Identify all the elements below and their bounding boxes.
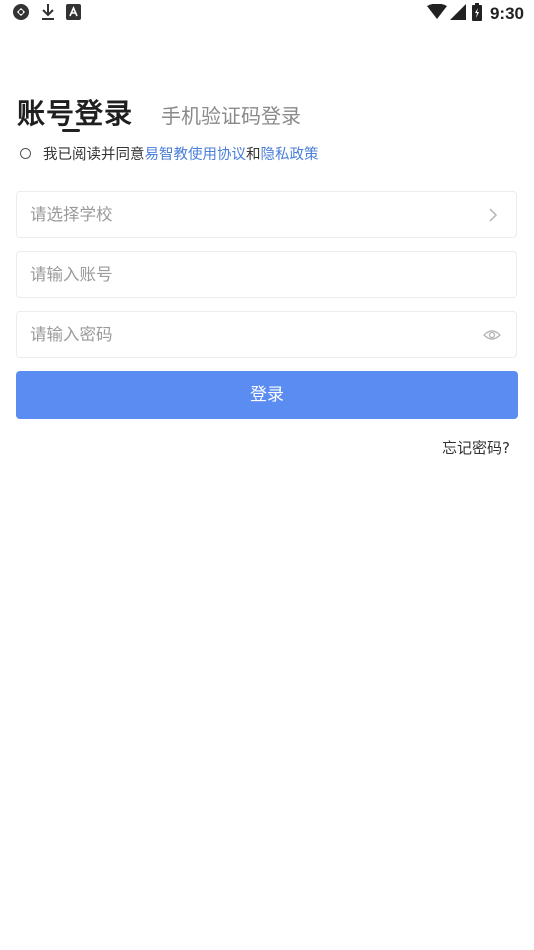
status-bar-right: 9:30 — [426, 3, 524, 25]
status-bar-left — [12, 4, 91, 24]
agreement-row: 我已阅读并同意 易智教使用协议 和 隐私政策 — [20, 142, 319, 164]
account-field-container — [16, 251, 517, 298]
tab-account-login[interactable]: 账号登录 — [17, 92, 133, 132]
login-tabs: 账号登录 手机验证码登录 — [17, 92, 301, 132]
battery-icon — [471, 3, 482, 25]
tab-sms-login[interactable]: 手机验证码登录 — [161, 100, 301, 129]
terms-link[interactable]: 易智教使用协议 — [145, 143, 247, 164]
wifi-icon — [426, 3, 447, 24]
agreement-prefix: 我已阅读并同意 — [43, 146, 145, 163]
agreement-radio[interactable] — [20, 147, 31, 159]
signal-icon — [449, 4, 466, 24]
account-input[interactable] — [30, 252, 470, 297]
password-field-container — [16, 311, 517, 358]
tab-indicator — [62, 129, 80, 132]
chevron-right-icon — [484, 206, 502, 224]
school-select[interactable]: 请选择学校 — [16, 191, 517, 238]
status-bar: 9:30 — [0, 0, 534, 28]
eye-icon[interactable] — [483, 327, 501, 345]
login-screen: 9:30 账号登录 手机验证码登录 我已阅读并同意 易智教使用协议 和 隐私政策… — [0, 0, 534, 950]
status-time: 9:30 — [489, 4, 524, 23]
school-placeholder: 请选择学校 — [30, 205, 113, 224]
agreement-connector: 和 — [246, 146, 261, 163]
a-square-icon — [66, 4, 81, 24]
forgot-password-link[interactable]: 忘记密码? — [442, 437, 510, 458]
password-input[interactable] — [30, 312, 470, 357]
login-button[interactable]: 登录 — [16, 371, 518, 419]
sync-icon — [12, 3, 30, 25]
download-icon — [40, 3, 56, 25]
privacy-link[interactable]: 隐私政策 — [261, 143, 319, 164]
